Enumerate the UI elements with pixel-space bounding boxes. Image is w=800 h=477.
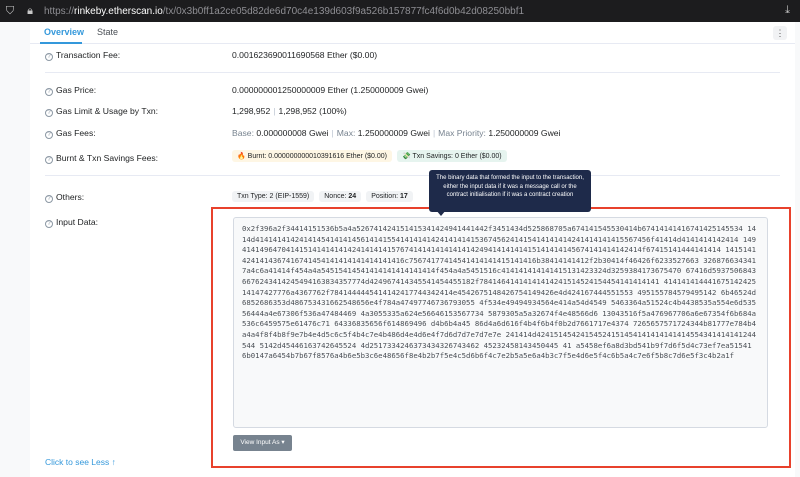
shield-icon: ⛉ bbox=[5, 4, 15, 17]
gas-usage: 1,298,952 (100%) bbox=[278, 106, 347, 116]
max-fee-label: Max: bbox=[336, 128, 356, 138]
others-value: Txn Type: 2 (EIP-1559) Nonce: 24 Position:… bbox=[232, 190, 418, 202]
label-text: Transaction Fee: bbox=[56, 50, 121, 60]
base-fee-label: Base: bbox=[232, 128, 254, 138]
position-badge: Position: 17 bbox=[366, 191, 413, 202]
txn-savings-badge: 💸 Txn Savings: 0 Ether ($0.00) bbox=[397, 150, 507, 162]
more-options-button[interactable]: ⋮ bbox=[773, 26, 787, 40]
burnt-savings-label: ? Burnt & Txn Savings Fees: bbox=[45, 153, 158, 164]
gas-fees-value: Base: 0.000000008 Gwei | Max: 1.250000009 … bbox=[232, 128, 560, 138]
max-priority-fee: 1.250000009 Gwei bbox=[488, 128, 561, 138]
label-text: Gas Price: bbox=[56, 85, 97, 95]
help-icon[interactable]: ? bbox=[45, 53, 53, 61]
burnt-savings-value: 🔥 Burnt: 0.000000000010391616 Ether ($0.… bbox=[232, 150, 512, 162]
url-prefix: https:// bbox=[44, 5, 75, 17]
transaction-details-card: Overview State ⋮ ? Transaction Fee: 0.001… bbox=[30, 22, 795, 477]
tx-fee-label: ? Transaction Fee: bbox=[45, 50, 120, 61]
url-field[interactable]: https://rinkeby.etherscan.io/tx/0x3b0ff1… bbox=[44, 6, 524, 17]
chevron-down-icon: ▾ bbox=[281, 439, 285, 446]
browser-address-bar: ⛉ 🔒︎ https://rinkeby.etherscan.io/tx/0x3… bbox=[0, 0, 800, 22]
divider bbox=[45, 175, 780, 176]
label-text: Gas Limit & Usage by Txn: bbox=[56, 106, 159, 116]
view-input-as-button[interactable]: View Input As ▾ bbox=[233, 435, 292, 451]
see-less-link[interactable]: Click to see Less ↑ bbox=[45, 457, 116, 467]
input-data-highlight: 0x2f396a2f34414151536b5a4a52674142415141… bbox=[211, 207, 791, 468]
arrow-up-icon: ↑ bbox=[111, 457, 116, 467]
separator: | bbox=[331, 128, 334, 138]
label-text: Gas Fees: bbox=[56, 128, 96, 138]
nonce-badge: Nonce: 24 bbox=[319, 191, 362, 202]
lock-icon: 🔒︎ bbox=[27, 4, 33, 17]
label-text: Burnt & Txn Savings Fees: bbox=[56, 153, 159, 163]
gas-price-value: 0.000000001250000009 Ether (1.250000009 … bbox=[232, 85, 429, 95]
base-fee: 0.000000008 Gwei bbox=[256, 128, 329, 138]
position-label: Position: bbox=[371, 193, 399, 200]
tooltip-arrow bbox=[436, 210, 446, 216]
gas-limit-value: 1,298,952 | 1,298,952 (100%) bbox=[232, 106, 347, 116]
separator: | bbox=[273, 106, 276, 116]
others-label: ? Others: bbox=[45, 192, 84, 203]
txn-type-badge: Txn Type: 2 (EIP-1559) bbox=[232, 191, 315, 202]
input-data-tooltip: The binary data that formed the input to… bbox=[429, 170, 591, 212]
nonce-label: Nonce: bbox=[324, 193, 347, 200]
gas-fees-label: ? Gas Fees: bbox=[45, 128, 96, 139]
view-input-as-label: View Input As bbox=[240, 439, 280, 446]
gas-limit-label: ? Gas Limit & Usage by Txn: bbox=[45, 106, 158, 117]
help-icon[interactable]: ? bbox=[45, 156, 53, 164]
gas-price-label: ? Gas Price: bbox=[45, 85, 96, 96]
max-priority-label: Max Priority: bbox=[438, 128, 486, 138]
nonce-value: 24 bbox=[348, 193, 357, 200]
see-less-label: Click to see Less bbox=[45, 457, 110, 467]
download-icon[interactable]: ⤓ bbox=[785, 4, 790, 17]
help-icon[interactable]: ? bbox=[45, 131, 53, 139]
help-icon[interactable]: ? bbox=[45, 220, 53, 228]
url-path: /tx/0x3b0ff1a2ce05d82de6d70c4e139d603f9a… bbox=[162, 5, 525, 17]
url-host: rinkeby.etherscan.io bbox=[74, 5, 163, 17]
tab-overview[interactable]: Overview bbox=[44, 27, 84, 37]
tab-bar: Overview State ⋮ bbox=[30, 22, 795, 44]
input-data-label: ? Input Data: bbox=[45, 217, 98, 228]
active-tab-indicator bbox=[40, 42, 82, 44]
position-value: 17 bbox=[400, 193, 408, 200]
label-text: Others: bbox=[56, 192, 85, 202]
burnt-fee-badge: 🔥 Burnt: 0.000000000010391616 Ether ($0.… bbox=[232, 150, 392, 162]
help-icon[interactable]: ? bbox=[45, 88, 53, 96]
tab-state[interactable]: State bbox=[97, 27, 118, 37]
divider bbox=[45, 72, 780, 73]
label-text: Input Data: bbox=[56, 217, 99, 227]
separator: | bbox=[432, 128, 436, 138]
tx-fee-value: 0.001623690011690568 Ether ($0.00) bbox=[232, 50, 378, 60]
gas-limit: 1,298,952 bbox=[232, 106, 271, 116]
max-fee: 1.250000009 Gwei bbox=[357, 128, 430, 138]
help-icon[interactable]: ? bbox=[45, 195, 53, 203]
input-data-textarea[interactable]: 0x2f396a2f34414151536b5a4a52674142415141… bbox=[233, 217, 768, 428]
help-icon[interactable]: ? bbox=[45, 109, 53, 117]
